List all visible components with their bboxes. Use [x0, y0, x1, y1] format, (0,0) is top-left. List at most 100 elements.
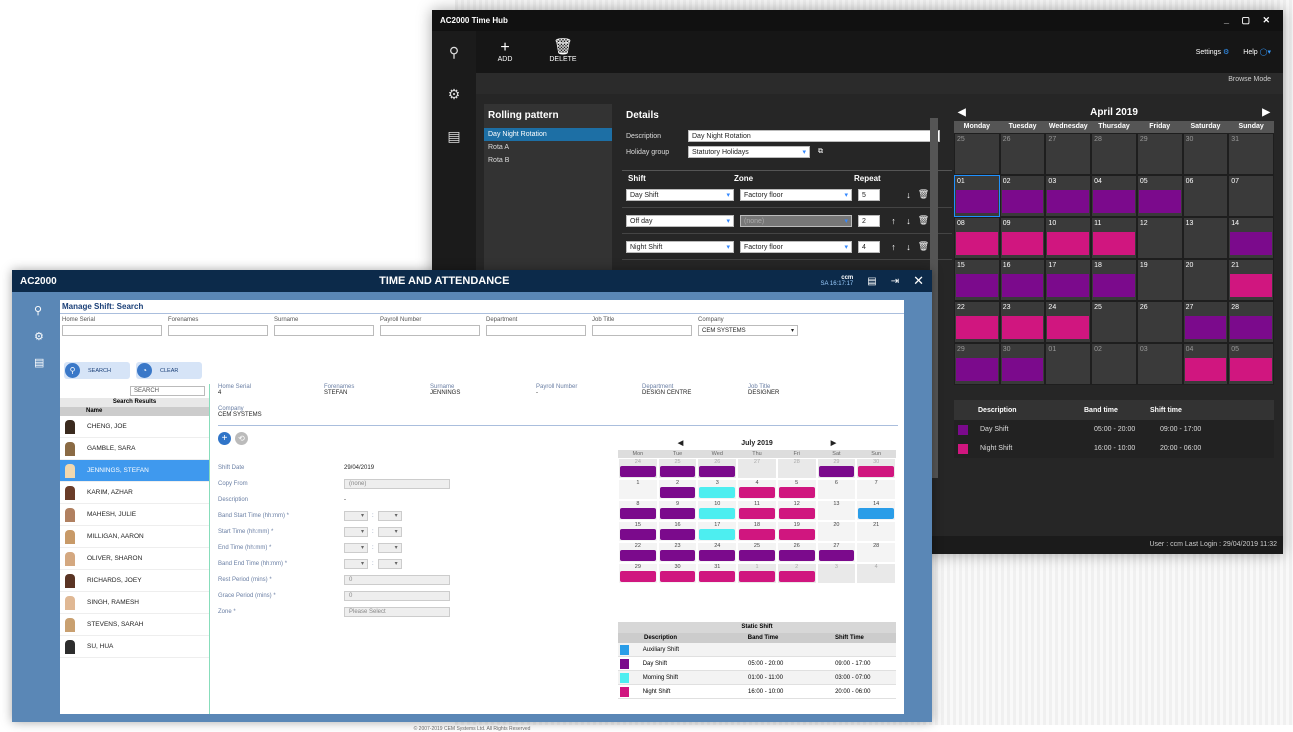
calendar-day[interactable]: 3: [697, 479, 738, 500]
calendar-day[interactable]: 21: [1228, 259, 1274, 301]
shift-block[interactable]: [1001, 316, 1044, 339]
shift-block[interactable]: [1230, 274, 1272, 297]
shift-block[interactable]: [778, 487, 815, 498]
calendar-day[interactable]: 25: [1091, 301, 1137, 343]
calendar-day[interactable]: 22: [954, 301, 1000, 343]
settings-button[interactable]: Settings ⚙: [1196, 48, 1230, 56]
static-shift-row[interactable]: Morning Shift 01:00 - 11:00 03:00 - 07:00: [618, 671, 896, 685]
shift-block[interactable]: [659, 550, 696, 561]
calendar-day[interactable]: 18: [737, 521, 777, 542]
repeat-input[interactable]: 2: [858, 214, 880, 227]
list-item[interactable]: GAMBLE, SARA: [60, 438, 209, 460]
calendar-day[interactable]: 11: [1091, 217, 1137, 259]
settings-nav-icon[interactable]: ⚙: [432, 73, 476, 115]
calendar-day[interactable]: 01: [1045, 343, 1092, 385]
shift-block[interactable]: [659, 529, 696, 540]
edit-icon[interactable]: ⧉: [818, 148, 823, 156]
shift-block[interactable]: [778, 550, 815, 561]
calendar-day[interactable]: 3: [816, 563, 857, 584]
shift-block[interactable]: [1093, 190, 1135, 213]
calendar-day[interactable]: 18: [1091, 259, 1137, 301]
shift-block[interactable]: [1047, 232, 1090, 255]
calendar-day[interactable]: 25: [737, 542, 777, 563]
shift-block[interactable]: [778, 508, 815, 519]
list-item[interactable]: MAHESH, JULIE: [60, 504, 209, 526]
help-button[interactable]: Help ◯▾: [1243, 48, 1271, 56]
calendar-day[interactable]: 2: [776, 563, 817, 584]
shift-block[interactable]: [659, 466, 696, 477]
shift-block[interactable]: [739, 487, 775, 498]
gear-icon[interactable]: ⚙: [34, 330, 52, 356]
search-button[interactable]: ⚲ SEARCH: [64, 362, 130, 379]
rolling-pattern-item[interactable]: Day Night Rotation: [484, 128, 612, 141]
shift-block[interactable]: [659, 487, 696, 498]
calendar-day[interactable]: 24: [697, 542, 738, 563]
rolling-pattern-item[interactable]: Rota A: [484, 141, 612, 154]
shift-block[interactable]: [858, 466, 894, 477]
calendar-day[interactable]: 03: [1045, 175, 1092, 217]
shift-block[interactable]: [699, 487, 736, 498]
calendar-day[interactable]: 25: [954, 133, 1000, 175]
calendar-day[interactable]: 01: [954, 175, 1000, 217]
minute-select[interactable]: ▾: [377, 559, 402, 569]
calendar-day[interactable]: 14: [856, 500, 896, 521]
shift-block[interactable]: [620, 466, 656, 477]
move-down-icon[interactable]: ↓: [901, 242, 916, 252]
calendar-day[interactable]: 28: [1091, 133, 1137, 175]
calendar-day[interactable]: 27: [1182, 301, 1229, 343]
calendar-day[interactable]: 11: [737, 500, 777, 521]
calendar-day[interactable]: 05: [1136, 175, 1183, 217]
calendar-day[interactable]: 27: [816, 542, 857, 563]
prev-month-arrow[interactable]: ◀: [678, 439, 683, 447]
shift-block[interactable]: [1001, 190, 1044, 213]
calendar-day[interactable]: 1: [618, 479, 658, 500]
calendar-day[interactable]: 4: [737, 479, 777, 500]
shift-block[interactable]: [956, 232, 998, 255]
form-input[interactable]: 0: [344, 575, 450, 585]
search-field-input[interactable]: [168, 325, 268, 336]
copy-shift-icon[interactable]: ⟲: [235, 432, 248, 445]
calendar-day[interactable]: 19: [776, 521, 817, 542]
calendar-day[interactable]: 19: [1136, 259, 1183, 301]
trash-icon[interactable]: 🗑: [916, 241, 931, 252]
calendar-day[interactable]: 15: [618, 521, 658, 542]
shift-block[interactable]: [956, 190, 998, 213]
add-shift-icon[interactable]: +: [218, 432, 231, 445]
zone-select[interactable]: (none): [740, 214, 852, 228]
calendar-day[interactable]: 6: [816, 479, 857, 500]
static-shift-row[interactable]: Night Shift 16:00 - 10:00 20:00 - 06:00: [618, 685, 896, 699]
shift-block[interactable]: [1047, 190, 1090, 213]
search-field-input[interactable]: [274, 325, 374, 336]
shift-block[interactable]: [1184, 358, 1227, 381]
calendar-day[interactable]: 16: [999, 259, 1046, 301]
shift-block[interactable]: [699, 466, 736, 477]
list-item[interactable]: OLIVER, SHARON: [60, 548, 209, 570]
form-input[interactable]: 0: [344, 591, 450, 601]
next-month-arrow[interactable]: ▶: [831, 439, 836, 447]
shift-block[interactable]: [1047, 274, 1090, 297]
description-input[interactable]: Day Night Rotation: [688, 130, 940, 142]
move-down-icon[interactable]: ↓: [901, 190, 916, 200]
minute-select[interactable]: ▾: [377, 511, 402, 521]
list-item[interactable]: SINGH, RAMESH: [60, 592, 209, 614]
calendar-day[interactable]: 7: [856, 479, 896, 500]
zone-select[interactable]: Factory floor: [740, 188, 852, 202]
calendar-day[interactable]: 28: [856, 542, 896, 563]
calendar-day[interactable]: 27: [1045, 133, 1092, 175]
calendar-day[interactable]: 21: [856, 521, 896, 542]
calendar-day[interactable]: 20: [1182, 259, 1229, 301]
calendar-day[interactable]: 17: [1045, 259, 1092, 301]
shift-block[interactable]: [1230, 358, 1272, 381]
form-input[interactable]: Please Select: [344, 607, 450, 617]
shift-block[interactable]: [1001, 274, 1044, 297]
calendar-day[interactable]: 12: [1136, 217, 1183, 259]
shift-block[interactable]: [956, 316, 998, 339]
shift-block[interactable]: [620, 550, 656, 561]
shift-block[interactable]: [858, 508, 894, 519]
document-icon[interactable]: ▤: [432, 115, 476, 157]
calendar-day[interactable]: 25: [657, 458, 698, 479]
calendar-day[interactable]: 13: [1182, 217, 1229, 259]
calendar-day[interactable]: 04: [1091, 175, 1137, 217]
calendar-day[interactable]: 23: [999, 301, 1046, 343]
calendar-day[interactable]: 26: [1136, 301, 1183, 343]
